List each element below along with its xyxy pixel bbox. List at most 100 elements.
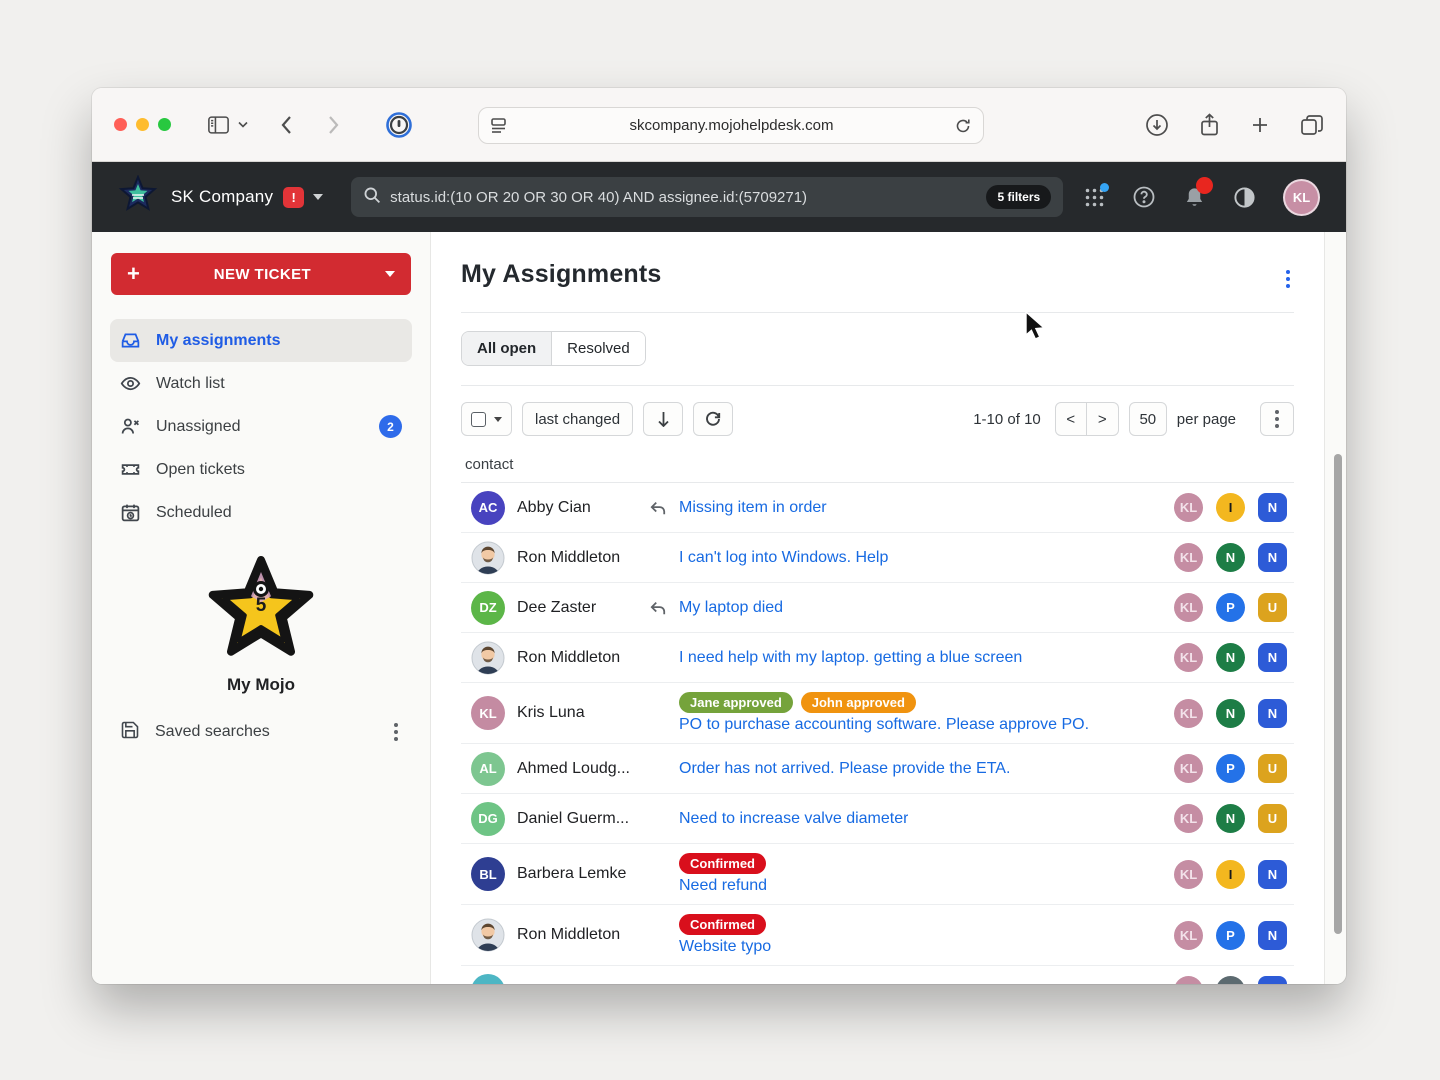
- ticket-subject-link[interactable]: PO to purchase accounting software. Plea…: [679, 716, 1089, 734]
- status-badge[interactable]: U: [1258, 754, 1287, 783]
- ticket-row[interactable]: KLKris LunaJane approvedJohn approvedPO …: [461, 683, 1294, 744]
- toolbar-kebab-button[interactable]: [1260, 402, 1294, 436]
- password-extension-icon[interactable]: [386, 112, 412, 138]
- downloads-icon[interactable]: [1145, 113, 1169, 137]
- ticket-subject-link[interactable]: Order has not arrived. Please provide th…: [679, 760, 1010, 778]
- user-avatar[interactable]: KL: [1283, 179, 1320, 216]
- status-badge[interactable]: N: [1216, 699, 1245, 728]
- minimize-window-button[interactable]: [136, 118, 149, 131]
- company-name[interactable]: SK Company: [171, 187, 273, 207]
- status-badge[interactable]: N: [1258, 493, 1287, 522]
- new-tab-icon[interactable]: [1250, 115, 1270, 135]
- saved-searches-kebab-icon[interactable]: [390, 719, 402, 745]
- list-options-kebab-icon[interactable]: [1282, 266, 1294, 292]
- notifications-bell-icon[interactable]: [1183, 185, 1206, 209]
- status-badge[interactable]: KL: [1174, 493, 1203, 522]
- status-badge[interactable]: KL: [1174, 804, 1203, 833]
- ticket-row[interactable]: Ron MiddletonI can't log into Windows. H…: [461, 533, 1294, 583]
- status-badge[interactable]: N: [1258, 543, 1287, 572]
- status-badge[interactable]: N: [1258, 643, 1287, 672]
- status-badge[interactable]: N: [1258, 699, 1287, 728]
- apps-grid-icon[interactable]: [1084, 187, 1105, 208]
- status-badge[interactable]: N: [1216, 543, 1245, 572]
- reload-icon[interactable]: [955, 118, 971, 134]
- tab-overview-icon[interactable]: [1300, 114, 1324, 136]
- contact-avatar: [471, 541, 505, 575]
- next-page-button[interactable]: >: [1087, 402, 1119, 436]
- status-badge[interactable]: KL: [1174, 860, 1203, 889]
- ticket-row[interactable]: DZDee ZasterMy laptop diedKLPU: [461, 583, 1294, 633]
- ticket-row[interactable]: KL N: [461, 966, 1294, 984]
- sidebar-item-unassigned[interactable]: Unassigned2: [110, 405, 412, 448]
- sidebar-toggle-icon[interactable]: [208, 116, 229, 134]
- ticket-subject-link[interactable]: Need to increase valve diameter: [679, 810, 908, 828]
- status-badge[interactable]: KL: [1174, 543, 1203, 572]
- status-badge[interactable]: I: [1216, 493, 1245, 522]
- ticket-row[interactable]: Ron MiddletonI need help with my laptop.…: [461, 633, 1294, 683]
- company-caret-icon[interactable]: [313, 194, 323, 200]
- ticket-subject-link[interactable]: I can't log into Windows. Help: [679, 549, 888, 567]
- new-ticket-button[interactable]: + NEW TICKET: [111, 253, 411, 295]
- sort-button[interactable]: last changed: [522, 402, 633, 436]
- contrast-toggle-icon[interactable]: [1233, 186, 1256, 209]
- tab-resolved[interactable]: Resolved: [552, 332, 645, 365]
- status-badge[interactable]: KL: [1174, 921, 1203, 950]
- sidebar-item-watch-list[interactable]: Watch list: [110, 362, 412, 405]
- sort-direction-button[interactable]: [643, 402, 683, 436]
- status-badge[interactable]: N: [1216, 643, 1245, 672]
- ticket-row[interactable]: Ron MiddletonConfirmedWebsite typoKLPN: [461, 905, 1294, 966]
- sidebar-item-scheduled[interactable]: Scheduled: [110, 491, 412, 534]
- prev-page-button[interactable]: <: [1055, 402, 1087, 436]
- ticket-row[interactable]: ACAbby CianMissing item in orderKLIN: [461, 483, 1294, 533]
- address-bar[interactable]: skcompany.mojohelpdesk.com: [478, 107, 984, 144]
- status-badge[interactable]: N: [1258, 976, 1287, 984]
- mojo-logo[interactable]: [118, 175, 158, 220]
- zoom-window-button[interactable]: [158, 118, 171, 131]
- status-badge[interactable]: I: [1216, 860, 1245, 889]
- sidebar-item-open-tickets[interactable]: Open tickets: [110, 448, 412, 491]
- sidebar-item-label: Unassigned: [156, 418, 241, 436]
- status-badge[interactable]: KL: [1174, 699, 1203, 728]
- back-icon[interactable]: [280, 115, 292, 135]
- select-all-button[interactable]: [461, 402, 512, 436]
- ticket-row[interactable]: BLBarbera LemkeConfirmedNeed refundKLIN: [461, 844, 1294, 905]
- status-badge[interactable]: U: [1258, 593, 1287, 622]
- status-badge[interactable]: N: [1258, 860, 1287, 889]
- ticket-row[interactable]: ALAhmed Loudg...Order has not arrived. P…: [461, 744, 1294, 794]
- scrollbar-thumb[interactable]: [1334, 454, 1342, 934]
- status-badge[interactable]: P: [1216, 754, 1245, 783]
- chevron-down-icon[interactable]: [238, 121, 248, 128]
- forward-icon[interactable]: [328, 115, 340, 135]
- tab-all-open[interactable]: All open: [462, 332, 552, 365]
- saved-searches-item[interactable]: Saved searches: [110, 719, 412, 745]
- ticket-subject-link[interactable]: Need refund: [679, 877, 767, 895]
- ticket-subject-link[interactable]: Website typo: [679, 938, 771, 956]
- status-badge[interactable]: [1216, 976, 1245, 984]
- status-badge[interactable]: P: [1216, 921, 1245, 950]
- checkbox-icon[interactable]: [471, 412, 486, 427]
- alert-badge[interactable]: !: [283, 187, 304, 208]
- new-ticket-caret-icon[interactable]: [385, 271, 395, 277]
- ticket-subject-link[interactable]: My laptop died: [679, 599, 783, 617]
- status-badge[interactable]: P: [1216, 593, 1245, 622]
- ticket-subject-link[interactable]: Missing item in order: [679, 499, 827, 517]
- status-tabs: All openResolved: [461, 331, 646, 366]
- close-window-button[interactable]: [114, 118, 127, 131]
- filters-badge[interactable]: 5 filters: [986, 185, 1051, 209]
- ticket-search-input[interactable]: status.id:(10 OR 20 OR 30 OR 40) AND ass…: [351, 177, 1063, 217]
- reader-icon[interactable]: [491, 118, 508, 133]
- status-badge[interactable]: KL: [1174, 643, 1203, 672]
- help-icon[interactable]: [1132, 185, 1156, 209]
- status-badge[interactable]: U: [1258, 804, 1287, 833]
- status-badge[interactable]: N: [1216, 804, 1245, 833]
- status-badge[interactable]: KL: [1174, 976, 1203, 984]
- ticket-row[interactable]: DGDaniel Guerm...Need to increase valve …: [461, 794, 1294, 844]
- refresh-button[interactable]: [693, 402, 733, 436]
- status-badge[interactable]: KL: [1174, 754, 1203, 783]
- status-badge[interactable]: KL: [1174, 593, 1203, 622]
- page-size-button[interactable]: 50: [1129, 402, 1167, 436]
- sidebar-item-my-assignments[interactable]: My assignments: [110, 319, 412, 362]
- status-badge[interactable]: N: [1258, 921, 1287, 950]
- share-icon[interactable]: [1199, 113, 1220, 137]
- ticket-subject-link[interactable]: I need help with my laptop. getting a bl…: [679, 649, 1022, 667]
